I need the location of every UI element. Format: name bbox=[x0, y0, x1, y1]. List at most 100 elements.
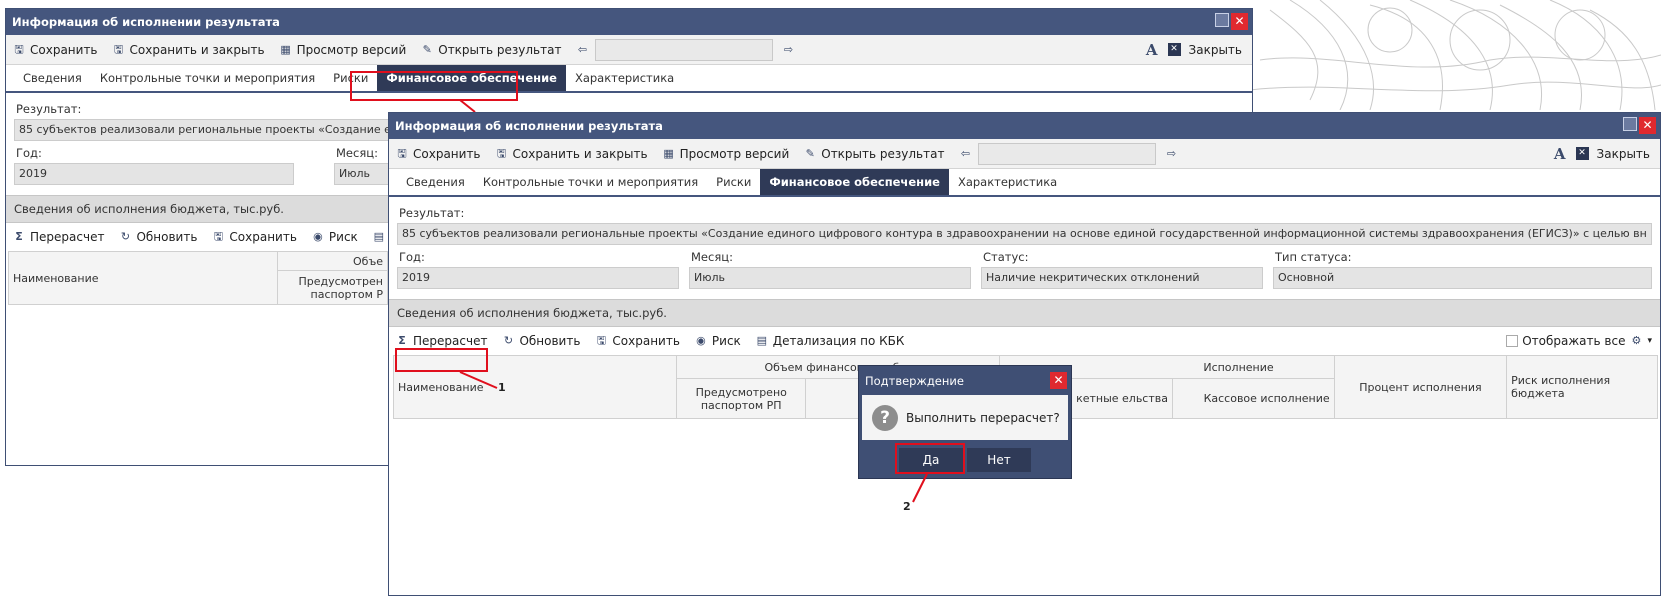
show-all-checkbox[interactable] bbox=[1506, 335, 1519, 347]
tab-checkpoints[interactable]: Контрольные точки и мероприятия bbox=[91, 65, 324, 91]
floppy-icon: 🖫 bbox=[596, 334, 607, 347]
navigation-input[interactable] bbox=[978, 142, 1157, 165]
refresh-icon: ↻ bbox=[503, 334, 514, 347]
status-type-field[interactable]: Основной bbox=[1273, 267, 1652, 289]
year-label: Год: bbox=[399, 250, 425, 264]
refresh-button[interactable]: ↻ Обновить bbox=[501, 334, 581, 348]
risk-button[interactable]: ◉ Риск bbox=[311, 230, 358, 244]
main-toolbar: 🖫 Сохранить 🖫 Сохранить и закрыть ▦ Просмот… bbox=[389, 139, 1660, 169]
col-passport: Предусмотрено паспортом РП bbox=[676, 378, 807, 419]
versions-label: Просмотр версий bbox=[296, 42, 407, 57]
font-size-icon[interactable]: A bbox=[1146, 41, 1158, 59]
status-field[interactable]: Наличие некритических отклонений bbox=[981, 267, 1263, 289]
tab-risks[interactable]: Риски bbox=[707, 169, 760, 195]
dialog-close-button[interactable]: ✕ bbox=[1050, 372, 1067, 389]
arrow-left-icon[interactable]: ⇦ bbox=[575, 43, 589, 57]
kbk-label: Детализация по КБК bbox=[772, 334, 905, 348]
dialog-buttons: Да Нет bbox=[859, 448, 1071, 472]
maximize-button[interactable] bbox=[1215, 13, 1229, 27]
tab-characteristics[interactable]: Характеристика bbox=[566, 65, 683, 91]
kbk-button[interactable]: ▤ Детализация по КБК bbox=[755, 334, 905, 348]
close-window-button[interactable]: ✕ bbox=[1639, 117, 1656, 134]
save-label: Сохранить bbox=[413, 146, 481, 161]
tab-info[interactable]: Сведения bbox=[397, 169, 474, 195]
save-button[interactable]: 🖫 Сохранить bbox=[12, 42, 98, 57]
close-button[interactable]: ✕ Закрыть bbox=[1575, 146, 1650, 161]
col-cash: Кассовое исполнение bbox=[1171, 378, 1335, 419]
tab-info[interactable]: Сведения bbox=[14, 65, 91, 91]
open-result-button[interactable]: ✎ Открыть результат bbox=[420, 42, 562, 57]
refresh-label: Обновить bbox=[519, 334, 581, 348]
arrow-right-icon[interactable]: ⇨ bbox=[1164, 147, 1178, 161]
font-size-icon[interactable]: A bbox=[1554, 145, 1566, 163]
chevron-down-icon[interactable]: ▾ bbox=[1647, 336, 1652, 346]
open-result-button[interactable]: ✎ Открыть результат bbox=[803, 146, 945, 161]
annotation-step-1: 1 bbox=[498, 381, 506, 394]
maximize-button[interactable] bbox=[1623, 117, 1637, 131]
col-percent: Процент исполнения bbox=[1333, 355, 1508, 419]
month-label: Месяц: bbox=[691, 250, 733, 264]
sigma-icon: Σ bbox=[15, 230, 23, 243]
save-close-button[interactable]: 🖫 Сохранить и закрыть bbox=[495, 147, 648, 161]
save-close-button[interactable]: 🖫 Сохранить и закрыть bbox=[112, 43, 265, 57]
navigation-input[interactable] bbox=[595, 38, 774, 61]
budget-section-header: Сведения об исполнения бюджета, тыс.руб. bbox=[389, 299, 1660, 327]
tab-checkpoints[interactable]: Контрольные точки и мероприятия bbox=[474, 169, 707, 195]
close-button[interactable]: ✕ Закрыть bbox=[1167, 43, 1242, 57]
dialog-body: ? Выполнить перерасчет? bbox=[862, 395, 1068, 440]
result-form: Результат: 85 субъектов реализовали реги… bbox=[389, 197, 1660, 289]
month-field[interactable]: Июль bbox=[689, 267, 971, 289]
versions-label: Просмотр версий bbox=[679, 146, 790, 161]
versions-button[interactable]: ▦ Просмотр версий bbox=[279, 42, 407, 57]
arrow-right-icon[interactable]: ⇨ bbox=[781, 43, 795, 57]
versions-button[interactable]: ▦ Просмотр версий bbox=[662, 146, 790, 161]
window-titlebar: Информация об исполнении результата ✕ bbox=[6, 9, 1252, 35]
save-close-label: Сохранить и закрыть bbox=[129, 42, 265, 57]
result-field[interactable]: 85 субъектов реализовали региональные пр… bbox=[397, 223, 1652, 245]
tab-financing[interactable]: Финансовое обеспечение bbox=[760, 169, 949, 195]
confirm-dialog: Подтверждение ✕ ? Выполнить перерасчет? … bbox=[858, 365, 1072, 479]
save-close-label: Сохранить и закрыть bbox=[512, 146, 648, 161]
grid-save-button[interactable]: 🖫 Сохранить bbox=[211, 230, 297, 244]
calendar-icon: ▦ bbox=[280, 42, 291, 56]
highlight-financing-tab bbox=[350, 71, 518, 101]
result-label: Результат: bbox=[399, 206, 465, 220]
arrow-left-icon[interactable]: ⇦ bbox=[958, 147, 972, 161]
floppy-icon: 🖫 bbox=[213, 230, 224, 243]
dialog-message: Выполнить перерасчет? bbox=[906, 410, 1060, 425]
col-name: Наименование bbox=[8, 251, 278, 305]
tab-characteristics[interactable]: Характеристика bbox=[949, 169, 1066, 195]
gear-icon[interactable]: ⚙ bbox=[1629, 334, 1643, 348]
dialog-title: Подтверждение bbox=[865, 373, 964, 388]
close-window-button[interactable]: ✕ bbox=[1231, 13, 1248, 30]
risk-label: Риск bbox=[328, 230, 358, 244]
no-button[interactable]: Нет bbox=[967, 448, 1031, 472]
save-label: Сохранить bbox=[30, 42, 98, 57]
recalc-label: Перерасчет bbox=[30, 230, 105, 244]
main-toolbar: 🖫 Сохранить 🖫 Сохранить и закрыть ▦ Просмот… bbox=[6, 35, 1252, 65]
grid-toolbar: Σ Перерасчет ↻ Обновить 🖫 Сохранить ◉ Риск ▤… bbox=[389, 327, 1660, 355]
close-label: Закрыть bbox=[1596, 146, 1650, 161]
table-icon: ▤ bbox=[756, 334, 767, 347]
risk-button[interactable]: ◉ Риск bbox=[694, 334, 741, 348]
grid-save-button[interactable]: 🖫 Сохранить bbox=[594, 334, 680, 348]
close-icon: ✕ bbox=[1167, 43, 1181, 56]
floppy-icon: 🖫 bbox=[397, 146, 407, 160]
year-field[interactable]: 2019 bbox=[397, 267, 679, 289]
year-field[interactable]: 2019 bbox=[14, 163, 294, 185]
window-title: Информация об исполнении результата bbox=[395, 119, 663, 133]
grid-save-label: Сохранить bbox=[229, 230, 297, 244]
refresh-label: Обновить bbox=[136, 230, 198, 244]
risk-icon: ◉ bbox=[313, 230, 323, 243]
floppy-icon: 🖫 bbox=[496, 146, 507, 160]
recalc-button[interactable]: Σ Перерасчет bbox=[12, 230, 104, 244]
edit-icon: ✎ bbox=[805, 146, 815, 160]
col-risk: Риск исполнения бюджета bbox=[1506, 355, 1658, 419]
save-button[interactable]: 🖫 Сохранить bbox=[395, 146, 481, 161]
dialog-titlebar: Подтверждение ✕ bbox=[859, 366, 1071, 395]
show-all-toggle[interactable]: Отображать все ⚙ ▾ bbox=[1506, 334, 1660, 348]
recalc-button[interactable]: Σ Перерасчет bbox=[395, 334, 487, 348]
risk-label: Риск bbox=[711, 334, 741, 348]
open-result-label: Открыть результат bbox=[438, 42, 562, 57]
refresh-button[interactable]: ↻ Обновить bbox=[118, 230, 198, 244]
